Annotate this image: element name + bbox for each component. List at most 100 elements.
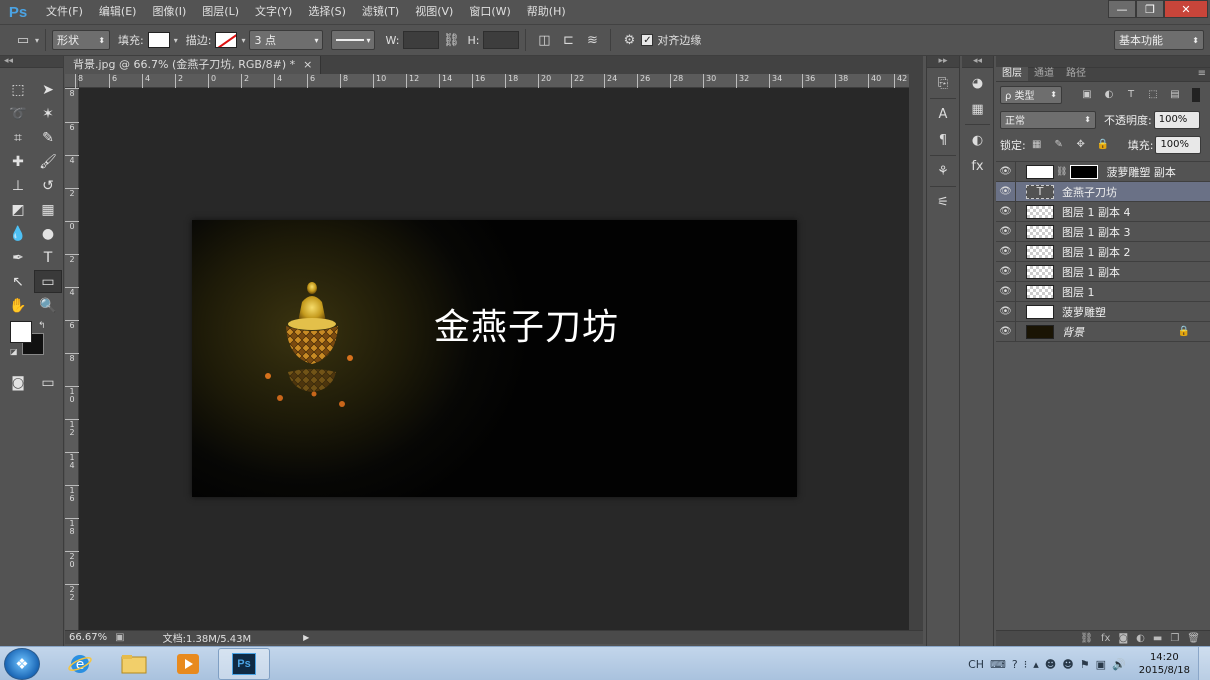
close-button[interactable]: ✕ (1164, 0, 1208, 18)
panel-menu-icon[interactable]: ≡ (1198, 67, 1206, 81)
fx-icon[interactable]: fx (1101, 633, 1110, 644)
visibility-eye-icon[interactable]: 👁 (996, 321, 1016, 342)
path-alignment-icon[interactable]: ⊏ (559, 31, 577, 49)
stroke-swatch[interactable] (215, 32, 238, 48)
vertical-scrollbar[interactable] (909, 74, 923, 630)
default-colors-icon[interactable]: ◪ (10, 347, 18, 356)
path-arrangement-icon[interactable]: ≋ (583, 31, 601, 49)
layer-row[interactable]: 👁 ⛓ 菠萝雕塑 副本 (996, 161, 1210, 182)
image-title-text[interactable]: 金燕子刀坊 (434, 298, 619, 350)
visibility-eye-icon[interactable]: 👁 (996, 201, 1016, 222)
gear-icon[interactable]: ⚙ (620, 31, 638, 49)
magic-wand-tool-icon[interactable]: ✶ (34, 102, 62, 125)
marquee-tool-icon[interactable]: ⬚ (4, 78, 32, 101)
horizontal-ruler[interactable]: 8 6 4 2 0 2 4 6 8 10 12 14 16 18 20 22 2… (75, 74, 909, 88)
keyboard-icon[interactable]: ⌨ (990, 658, 1006, 671)
rectangle-tool-preset-icon[interactable]: ▭ (14, 31, 32, 49)
menu-window[interactable]: 窗口(W) (461, 0, 518, 24)
layer-row[interactable]: 👁 图层 1 副本 3 (996, 221, 1210, 242)
fill-field[interactable]: 100% (1155, 135, 1202, 154)
pen-tool-icon[interactable]: ✒ (4, 246, 32, 269)
visibility-eye-icon[interactable]: 👁 (996, 241, 1016, 262)
quick-mask-icon[interactable]: ◙ (4, 371, 32, 394)
dock-header[interactable]: ▸▸ (927, 56, 959, 68)
fill-dropdown-arrow-icon[interactable]: ▾ (174, 36, 178, 45)
document-image[interactable]: 金燕子刀坊 (192, 220, 797, 497)
adjustments-panel-icon[interactable]: ◐ (966, 129, 990, 151)
layer-row[interactable]: 👁 图层 1 副本 2 (996, 241, 1210, 262)
menu-file[interactable]: 文件(F) (38, 0, 91, 24)
media-player-icon[interactable] (162, 648, 214, 680)
paragraph-panel-icon[interactable]: ¶ (931, 129, 955, 151)
lasso-tool-icon[interactable]: ➰ (4, 102, 32, 125)
workspace-dropdown[interactable]: 基本功能 ⬍ (1114, 30, 1204, 50)
stroke-size-field[interactable]: 3 点 ▾ (249, 30, 324, 50)
menu-filter[interactable]: 滤镜(T) (354, 0, 407, 24)
file-explorer-icon[interactable] (108, 648, 160, 680)
layer-row[interactable]: 👁 图层 1 (996, 281, 1210, 302)
styles-panel-icon[interactable]: fx (966, 155, 990, 177)
layer-row-background[interactable]: 👁 背景 🔒 (996, 321, 1210, 342)
network-icon[interactable]: ▣ (1096, 658, 1106, 671)
menu-type[interactable]: 文字(Y) (247, 0, 300, 24)
swatches-panel-icon[interactable]: ▦ (966, 98, 990, 120)
help-icon[interactable]: ? (1012, 658, 1018, 671)
link-icon[interactable]: ⛓ (1080, 633, 1093, 644)
layer-row[interactable]: 👁 图层 1 副本 (996, 261, 1210, 282)
path-selection-tool-icon[interactable]: ↖ (4, 270, 32, 293)
opacity-field[interactable]: 100% (1153, 110, 1200, 129)
visibility-eye-icon[interactable]: 👁 (996, 281, 1016, 302)
qq-icon[interactable]: ☻ (1045, 658, 1056, 671)
qq-icon[interactable]: ☻ (1062, 658, 1073, 671)
mask-link-icon[interactable]: ⛓ (1056, 167, 1067, 177)
minimize-button[interactable]: — (1108, 0, 1136, 18)
path-operations-icon[interactable]: ◫ (535, 31, 553, 49)
menu-edit[interactable]: 编辑(E) (91, 0, 145, 24)
character-panel-icon[interactable]: A (931, 103, 955, 125)
filter-toggle[interactable] (1192, 87, 1200, 102)
internet-explorer-icon[interactable]: e (54, 648, 106, 680)
filter-shape-icon[interactable]: ⬚ (1146, 88, 1160, 102)
layer-mask-thumbnail[interactable] (1070, 164, 1099, 179)
align-edges-checkbox[interactable]: ✓ (641, 34, 654, 46)
brush-panel-icon[interactable]: ⚘ (931, 160, 955, 182)
show-desktop-button[interactable] (1198, 647, 1210, 680)
clock[interactable]: 14:20 2015/8/18 (1139, 651, 1190, 677)
lock-all-icon[interactable]: 🔒 (1096, 138, 1110, 152)
trash-icon[interactable]: 🗑 (1187, 633, 1200, 644)
dock-header[interactable]: ◂◂ (962, 56, 993, 68)
stroke-type-dropdown[interactable]: ▾ (331, 30, 376, 50)
menu-view[interactable]: 视图(V) (407, 0, 461, 24)
gradient-tool-icon[interactable]: ▦ (34, 198, 62, 221)
layer-filter-dropdown[interactable]: ρ 类型 ⬍ (1000, 85, 1062, 104)
photoshop-taskbar-button[interactable]: Ps (218, 648, 270, 680)
folder-icon[interactable]: ▬ (1153, 633, 1162, 644)
layer-row[interactable]: 👁 菠萝雕塑 (996, 301, 1210, 322)
visibility-eye-icon[interactable]: 👁 (996, 161, 1016, 182)
show-hidden-icons-icon[interactable]: ▴ (1033, 658, 1039, 671)
vertical-ruler[interactable]: 8 6 4 2 0 2 4 6 8 1 0 1 2 1 4 1 6 1 8 2 … (65, 88, 79, 630)
document-tab[interactable]: 背景.jpg @ 66.7% (金燕子刀坊, RGB/8#) * × (65, 56, 322, 74)
height-field[interactable] (483, 31, 520, 49)
layer-row[interactable]: 👁 图层 1 副本 4 (996, 201, 1210, 222)
tool-presets-icon[interactable]: ⚟ (931, 191, 955, 213)
eraser-tool-icon[interactable]: ◩ (4, 198, 32, 221)
blend-mode-dropdown[interactable]: 正常 ⬍ (1000, 110, 1096, 129)
language-indicator[interactable]: CH (968, 658, 984, 671)
tab-channels[interactable]: 通道 (1028, 67, 1060, 81)
canvas-workspace[interactable]: 金燕子刀坊 (79, 88, 909, 630)
flag-icon[interactable]: ⚑ (1080, 658, 1090, 671)
new-layer-icon[interactable]: ❐ (1170, 633, 1179, 644)
link-dimensions-icon[interactable]: ⛓ (442, 31, 460, 49)
swap-colors-icon[interactable]: ↰ (38, 321, 46, 331)
filter-adjustment-icon[interactable]: ◐ (1102, 88, 1116, 102)
dodge-tool-icon[interactable]: ● (34, 222, 62, 245)
menu-select[interactable]: 选择(S) (300, 0, 354, 24)
mask-icon[interactable]: ◙ (1118, 633, 1128, 644)
history-panel-icon[interactable]: ⎘ (931, 72, 955, 94)
visibility-eye-icon[interactable]: 👁 (996, 181, 1016, 202)
color-panel-icon[interactable]: ◕ (966, 72, 990, 94)
visibility-eye-icon[interactable]: 👁 (996, 261, 1016, 282)
start-button[interactable]: ❖ (4, 648, 40, 680)
brush-tool-icon[interactable]: 🖌 (34, 150, 62, 173)
